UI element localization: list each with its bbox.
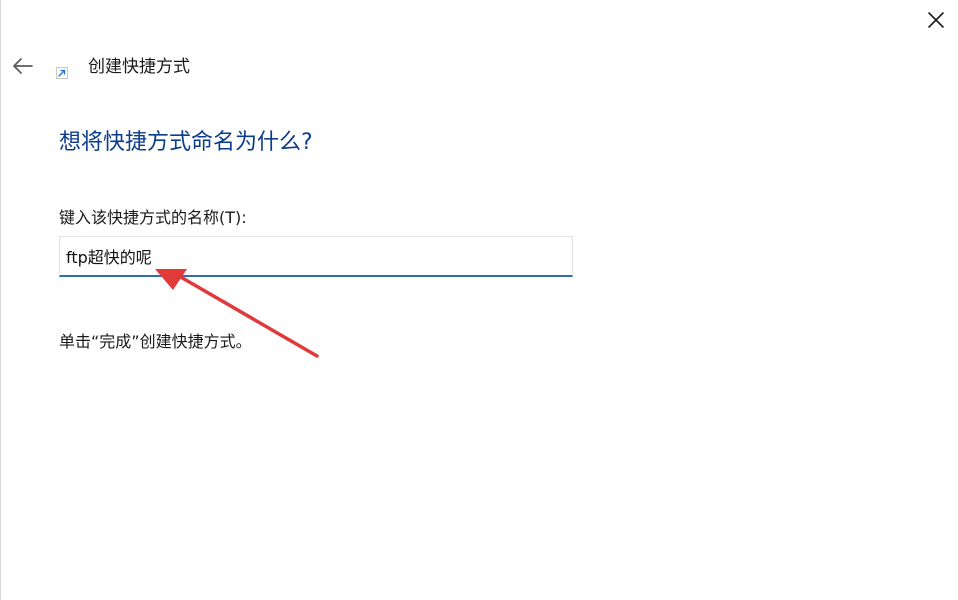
shortcut-name-input[interactable] (59, 236, 573, 277)
shortcut-overlay-icon (56, 67, 68, 79)
wizard-title: 创建快捷方式 (88, 57, 190, 77)
page-heading: 想将快捷方式命名为什么? (59, 130, 313, 155)
annotation-arrow-icon (155, 269, 319, 358)
shortcut-name-label: 键入该快捷方式的名称(T): (59, 208, 247, 227)
back-button[interactable] (7, 50, 39, 82)
create-shortcut-dialog: 创建快捷方式 想将快捷方式命名为什么? 键入该快捷方式的名称(T): 单击“完成… (0, 0, 958, 600)
close-button[interactable] (919, 4, 953, 36)
finish-hint-text: 单击“完成”创建快捷方式。 (59, 332, 252, 351)
close-icon (928, 12, 944, 28)
back-arrow-icon (13, 58, 33, 74)
